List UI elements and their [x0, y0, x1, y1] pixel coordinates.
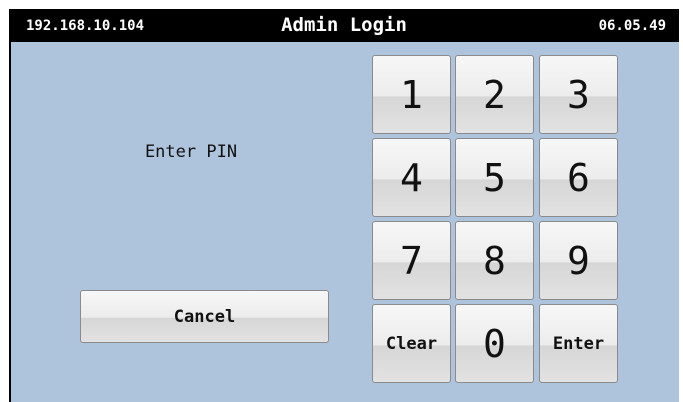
clock: 06.05.49	[598, 18, 666, 34]
key-7-button[interactable]: 7	[372, 221, 451, 300]
key-2-button[interactable]: 2	[455, 55, 534, 134]
title-bar: 192.168.10.104 Admin Login 06.05.49	[9, 9, 679, 42]
enter-button[interactable]: Enter	[539, 304, 618, 383]
pin-prompt: Enter PIN	[144, 142, 238, 162]
key-3-button[interactable]: 3	[539, 55, 618, 134]
key-5-button[interactable]: 5	[455, 138, 534, 217]
cancel-button[interactable]: Cancel	[80, 290, 329, 343]
clear-button[interactable]: Clear	[372, 304, 451, 383]
key-8-button[interactable]: 8	[455, 221, 534, 300]
key-9-button[interactable]: 9	[539, 221, 618, 300]
key-1-button[interactable]: 1	[372, 55, 451, 134]
key-0-button[interactable]: 0	[455, 304, 534, 383]
key-6-button[interactable]: 6	[539, 138, 618, 217]
screen-frame: 192.168.10.104 Admin Login 06.05.49 Ente…	[9, 9, 679, 402]
key-4-button[interactable]: 4	[372, 138, 451, 217]
page-title: Admin Login	[281, 14, 407, 36]
login-panel: Enter PIN Cancel 1 2 3 4 5 6 7 8 9 Clear…	[11, 42, 679, 402]
